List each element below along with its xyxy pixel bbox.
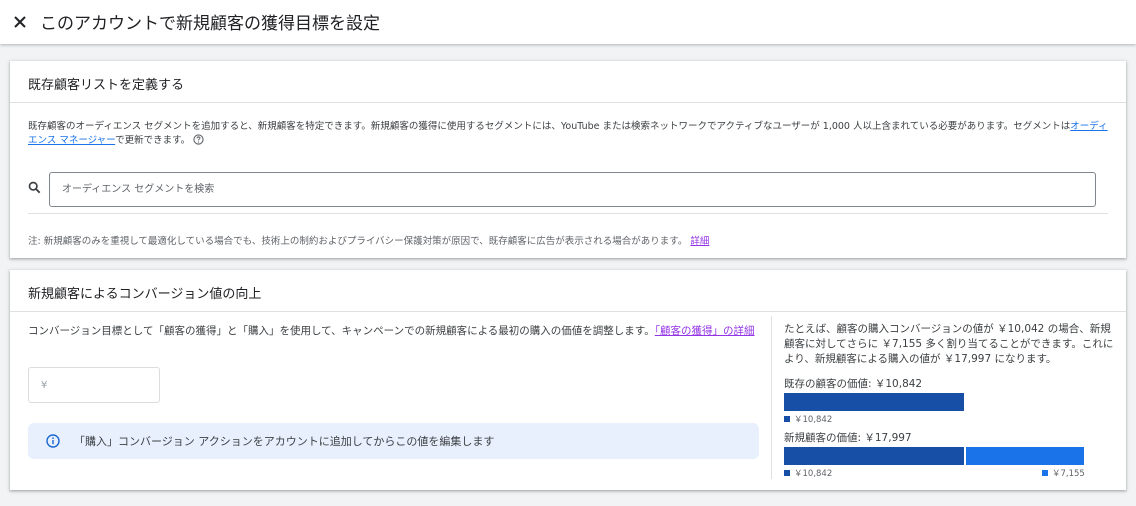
- details-link[interactable]: 詳細: [690, 236, 709, 247]
- card-divider: [28, 213, 1108, 214]
- new-base-legend: ￥10,842: [784, 467, 832, 479]
- additional-value-input[interactable]: [28, 367, 160, 403]
- new-customer-base-bar: [784, 447, 964, 465]
- privacy-note-text: 注: 新規顧客のみを重視して最適化している場合でも、技術上の制約およびプライバシ…: [28, 236, 688, 247]
- legend-swatch-base: [784, 416, 790, 422]
- new-customer-extra-bar: [966, 447, 1084, 465]
- new-extra-legend-text: ￥7,155: [1052, 469, 1085, 479]
- info-banner: 「購入」コンバージョン アクションをアカウントに追加してからこの値を編集します: [28, 423, 759, 459]
- legend-swatch-extra: [1042, 470, 1048, 476]
- existing-list-heading: 既存顧客リストを定義する: [10, 61, 1126, 103]
- value-uplift-description: コンバージョン目標として「顧客の獲得」と「購入」を使用して、キャンペーンでの新規…: [28, 324, 758, 339]
- value-uplift-description-text: コンバージョン目標として「顧客の獲得」と「購入」を使用して、キャンペーンでの新規…: [28, 325, 655, 337]
- new-customer-value-card: 新規顧客によるコンバージョン値の向上 コンバージョン目標として「顧客の獲得」と「…: [10, 270, 1126, 490]
- customer-acquisition-details-link[interactable]: 「顧客の獲得」の詳細: [655, 325, 755, 337]
- new-base-legend-text: ￥10,842: [794, 469, 833, 479]
- value-example-text: たとえば、顧客の購入コンバージョンの値が ￥10,042 の場合、新規顧客に対し…: [784, 323, 1114, 365]
- value-uplift-heading: 新規顧客によるコンバージョン値の向上: [10, 270, 1126, 312]
- info-banner-text: 「購入」コンバージョン アクションをアカウントに追加してからこの値を編集します: [74, 435, 495, 448]
- page-title: このアカウントで新規顧客の獲得目標を設定: [40, 14, 380, 34]
- new-extra-legend: ￥7,155: [1042, 467, 1085, 479]
- search-icon: [28, 181, 41, 194]
- privacy-note: 注: 新規顧客のみを重視して最適化している場合でも、技術上の制約およびプライバシ…: [28, 233, 1108, 247]
- close-icon: [14, 16, 26, 28]
- info-icon: [46, 434, 60, 448]
- existing-value-legend-text: ￥10,842: [794, 415, 833, 425]
- existing-value-legend: ￥10,842: [784, 413, 832, 425]
- new-customer-value-label: 新規顧客の価値: ￥17,997: [784, 432, 912, 444]
- existing-customer-value-label: 既存の顧客の価値: ￥10,842: [784, 378, 923, 390]
- column-divider: [771, 316, 772, 479]
- close-button[interactable]: [8, 10, 32, 34]
- existing-list-description: 既存顧客のオーディエンス セグメントを追加すると、新規顧客を特定できます。新規顧…: [28, 120, 1108, 148]
- existing-list-description-text: 既存顧客のオーディエンス セグメントを追加すると、新規顧客を特定できます。新規顧…: [28, 121, 1071, 132]
- existing-customer-list-card: 既存顧客リストを定義する 既存顧客のオーディエンス セグメントを追加すると、新規…: [10, 61, 1126, 258]
- value-example-panel: たとえば、顧客の購入コンバージョンの値が ￥10,042 の場合、新規顧客に対し…: [784, 322, 1119, 479]
- audience-search-input[interactable]: [49, 172, 1096, 207]
- existing-list-description-suffix: で更新できます。: [115, 135, 191, 146]
- legend-swatch-base: [784, 470, 790, 476]
- existing-customer-value-bar: [784, 393, 964, 411]
- top-bar: このアカウントで新規顧客の獲得目標を設定: [0, 0, 1136, 44]
- help-icon[interactable]: [193, 134, 204, 145]
- value-uplift-left-column: コンバージョン目標として「顧客の獲得」と「購入」を使用して、キャンペーンでの新規…: [28, 324, 759, 459]
